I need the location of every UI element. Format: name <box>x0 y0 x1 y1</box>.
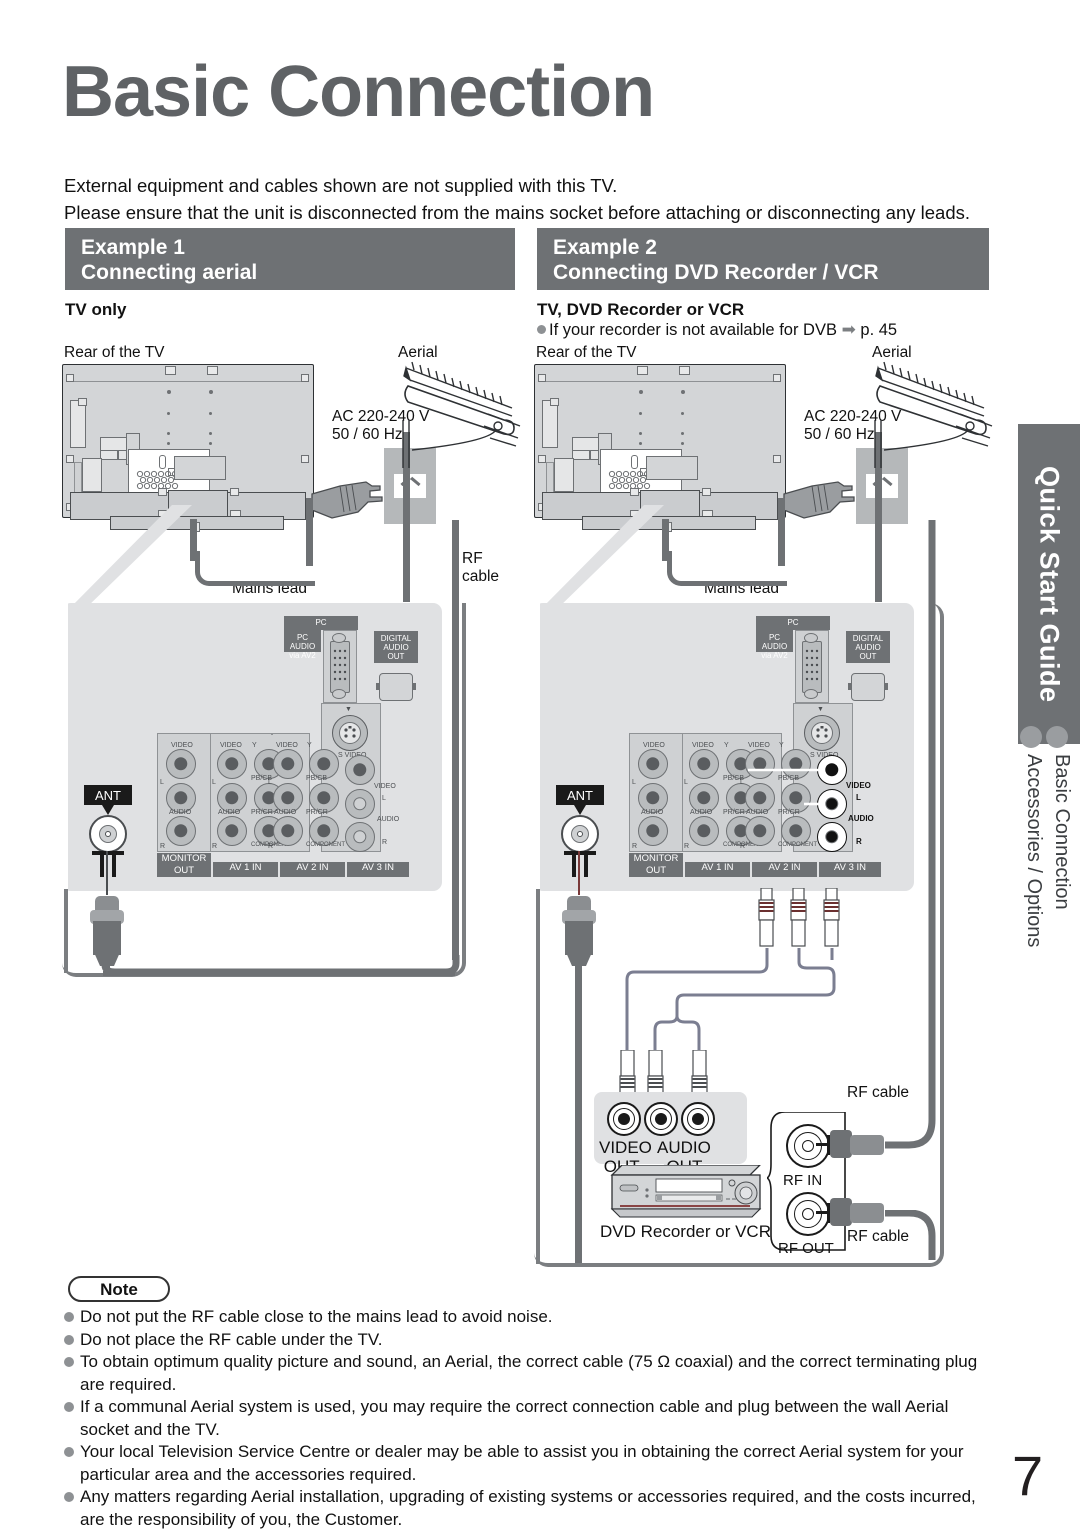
sidebar-dot-2 <box>1046 726 1068 748</box>
label-rf-cable-bottom: RF cable <box>847 1228 910 1245</box>
lbl-av1-video: VIDEO <box>220 742 242 749</box>
lbl2-av1-y: Y <box>724 742 729 749</box>
lbl-av1-l: L <box>212 779 216 786</box>
power-plug-2 <box>783 481 855 519</box>
band2-av1-in: AV 1 IN <box>685 862 750 877</box>
label-pc-2: PC <box>787 618 799 627</box>
note-item-text: If a communal Aerial system is used, you… <box>80 1397 949 1439</box>
lbl2-av1-audio: AUDIO <box>690 809 713 816</box>
lbl2-av2-component: COMPONENT <box>778 842 817 848</box>
note-item: Any matters regarding Aerial installatio… <box>62 1486 1002 1531</box>
lbl2-mon-audio: AUDIO <box>641 809 664 816</box>
rf-cable-upper <box>885 520 936 1149</box>
lbl2-mon-r: R <box>632 843 638 850</box>
band2-av2-in: AV 2 IN <box>752 862 817 877</box>
bullet-icon <box>64 1334 74 1345</box>
note-item: To obtain optimum quality picture and so… <box>62 1351 1002 1396</box>
note-item-text: Do not place the RF cable under the TV. <box>80 1329 383 1349</box>
rf-cable-route-1 <box>101 955 460 976</box>
band-av2-in: AV 2 IN <box>280 862 345 877</box>
page-number: 7 <box>1012 1444 1044 1507</box>
lbl-av3-video: VIDEO <box>374 783 396 790</box>
bullet-icon <box>64 1447 74 1457</box>
lbl2-av2-video: VIDEO <box>748 742 770 749</box>
lbl2-mon-video: VIDEO <box>643 742 665 749</box>
lbl-av2-l: L <box>268 779 272 786</box>
note-item: Do not place the RF cable under the TV. <box>62 1329 1002 1352</box>
lbl-av2-pb: PB/CB <box>306 775 328 782</box>
band-monitor-out: MONITOR OUT <box>157 853 211 877</box>
label-pc-audio-2: PC AUDIO via AV2 <box>761 633 788 660</box>
label-rear-of-tv-2: Rear of the TV <box>536 344 637 361</box>
lbl-av2-pr: PR/CR <box>306 809 328 816</box>
label-svideo-mark: ▼ <box>345 706 352 713</box>
lbl2-av1-l: L <box>684 779 688 786</box>
lbl-av2-audio: AUDIO <box>274 809 297 816</box>
lbl2-av3-audio: AUDIO <box>848 814 874 823</box>
label-pc: PC <box>315 618 327 627</box>
lbl-av1-y: Y <box>252 742 257 749</box>
bullet-icon <box>64 1312 74 1322</box>
note-item: Do not put the RF cable close to the mai… <box>62 1306 1002 1329</box>
lbl-mon-r: R <box>160 843 166 850</box>
bullet-icon <box>64 1492 74 1502</box>
lbl-av3-r: R <box>382 839 388 846</box>
lbl-mon-video: VIDEO <box>171 742 193 749</box>
lbl2-av2-r: R <box>740 843 746 850</box>
sidebar-item-accessories-options[interactable]: Accessories / Options <box>1022 754 1045 947</box>
label-pc-audio: PC AUDIO via AV2 <box>289 633 316 660</box>
aerial-antenna-2 <box>874 361 993 468</box>
band-av3-in: AV 3 IN <box>347 862 409 877</box>
lbl-av2-video: VIDEO <box>276 742 298 749</box>
label-digital-audio-out: DIGITAL AUDIO OUT <box>380 634 412 661</box>
lbl-av1-pr: PR/CR <box>251 809 273 816</box>
label-rear-of-tv-1: Rear of the TV <box>64 344 165 361</box>
band-av1-in: AV 1 IN <box>213 862 278 877</box>
lbl2-av2-y: Y <box>779 742 784 749</box>
tv-terminal-panel-2: PC PC AUDIOvia AV2 DIGITALAUDIOOUT ▼ <box>534 603 914 891</box>
note-list: Do not put the RF cable close to the mai… <box>62 1306 1002 1531</box>
lbl-av1-r: R <box>212 843 218 850</box>
label-svideo-mark-2: ▼ <box>817 706 824 713</box>
lbl-av2-r: R <box>268 843 274 850</box>
bullet-icon <box>64 1357 74 1367</box>
lbl2-av1-video: VIDEO <box>692 742 714 749</box>
note-item-text: Do not put the RF cable close to the mai… <box>80 1307 553 1326</box>
tv-terminal-panel-1: PC PC AUDIO via AV2 DIGITAL AUDIO OUT ▼ … <box>62 603 442 891</box>
note-badge: Note <box>68 1276 170 1302</box>
note-item-text: Any matters regarding Aerial installatio… <box>80 1487 976 1529</box>
quick-start-guide-tab-label: Quick Start Guide <box>1034 465 1065 703</box>
label-dvd-recorder: DVD Recorder or VCR <box>600 1222 771 1241</box>
sidebar-item-basic-connection[interactable]: Basic Connection <box>1050 754 1073 910</box>
label-rf-in: RF IN <box>783 1172 823 1189</box>
jack-leader-lines <box>748 768 820 806</box>
lbl2-av3-l: L <box>856 793 861 802</box>
lbl-av1-audio: AUDIO <box>218 809 241 816</box>
lbl-av2-y: Y <box>307 742 312 749</box>
lbl-mon-audio: AUDIO <box>169 809 192 816</box>
lbl2-av1-r: R <box>684 843 690 850</box>
lbl-av2-component: COMPONENT <box>306 842 345 848</box>
label-rf-cable-top: RF cable <box>847 1084 910 1101</box>
note-item-text: To obtain optimum quality picture and so… <box>80 1352 978 1394</box>
lbl2-av3-video: VIDEO <box>846 781 871 790</box>
lbl-mon-l: L <box>160 779 164 786</box>
band2-av3-in: AV 3 IN <box>819 862 881 877</box>
example-2-diagram: Rear of the TV Aerial AC 220-240 V 50 / … <box>472 0 1032 1280</box>
note-item: Your local Television Service Centre or … <box>62 1441 1002 1486</box>
label-rf-out: RF OUT <box>778 1240 834 1257</box>
band2-monitor-out: MONITOR OUT <box>629 853 683 877</box>
lbl2-mon-l: L <box>632 779 636 786</box>
power-plug-1 <box>311 481 383 519</box>
lbl-av3-audio: AUDIO <box>377 816 400 823</box>
lbl-av3-l: L <box>382 795 386 802</box>
example-1-diagram: Rear of the TV Aerial AC 220-240 V 50 / … <box>0 0 521 1000</box>
bullet-icon <box>64 1402 74 1412</box>
note-item-text: Your local Television Service Centre or … <box>80 1442 964 1484</box>
lbl2-av3-r: R <box>856 837 862 846</box>
sidebar-dot-1 <box>1020 726 1042 748</box>
note-item: If a communal Aerial system is used, you… <box>62 1396 1002 1441</box>
